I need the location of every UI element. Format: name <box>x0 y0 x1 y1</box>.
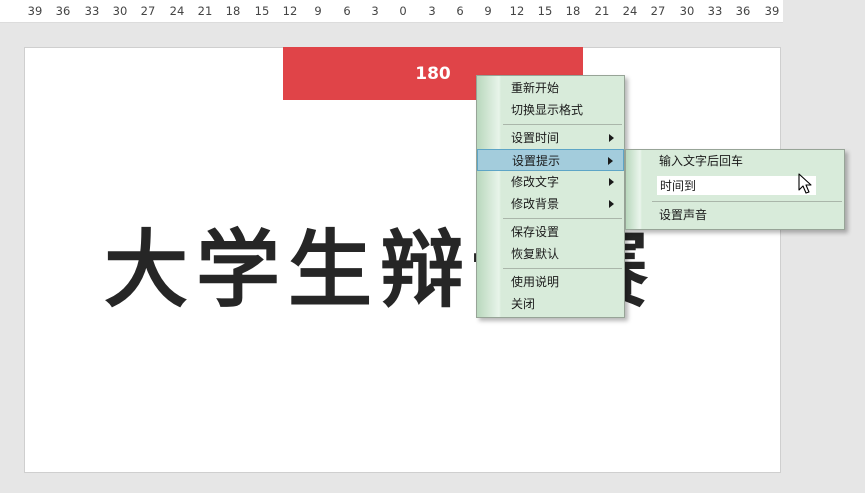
ruler-tick: 9 <box>314 4 322 18</box>
menu-item-close[interactable]: 关闭 <box>477 293 624 315</box>
ruler-tick: 30 <box>679 4 695 18</box>
ruler-tick: 36 <box>55 4 71 18</box>
menu-item-label: 切换显示格式 <box>511 103 584 117</box>
menu-item-edit-text[interactable]: 修改文字 <box>477 171 624 193</box>
hint-text-input[interactable] <box>657 176 816 195</box>
ruler-tick: 27 <box>650 4 666 18</box>
menu-item-label: 恢复默认 <box>511 247 560 261</box>
menu-separator <box>652 201 842 202</box>
ruler-tick: 12 <box>282 4 298 18</box>
ruler-tick: 30 <box>112 4 128 18</box>
menu-item-restart[interactable]: 重新开始 <box>477 77 624 99</box>
ruler-tick: 33 <box>84 4 100 18</box>
menu-item-edit-background[interactable]: 修改背景 <box>477 193 624 215</box>
ruler-tick: 12 <box>509 4 525 18</box>
menu-item-label: 关闭 <box>511 297 536 311</box>
ruler-tick: 3 <box>428 4 436 18</box>
menu-item-label: 修改背景 <box>511 197 560 211</box>
chevron-right-icon <box>609 134 614 142</box>
slide-title: 大学生辩论赛 <box>104 220 657 319</box>
submenu-item-label: 设置声音 <box>659 208 708 222</box>
ruler-tick: 0 <box>399 4 407 18</box>
ruler-tick: 21 <box>197 4 213 18</box>
submenu-item-enter-text: 输入文字后回车 <box>626 150 844 172</box>
menu-item-save-settings[interactable]: 保存设置 <box>477 221 624 243</box>
chevron-right-icon <box>608 157 613 165</box>
ruler-tick: 18 <box>565 4 581 18</box>
ruler-tick: 9 <box>484 4 492 18</box>
menu-item-help[interactable]: 使用说明 <box>477 271 624 293</box>
menu-item-label: 重新开始 <box>511 81 560 95</box>
chevron-right-icon <box>609 200 614 208</box>
ruler-tick: 36 <box>735 4 751 18</box>
submenu-item-label: 输入文字后回车 <box>659 154 744 168</box>
ruler-tick: 6 <box>456 4 464 18</box>
horizontal-ruler: 39 36 33 30 27 24 21 18 15 12 9 6 3 0 3 … <box>0 0 783 23</box>
menu-item-toggle-display-format[interactable]: 切换显示格式 <box>477 99 624 121</box>
ruler-tick: 18 <box>225 4 241 18</box>
ruler-tick: 27 <box>140 4 156 18</box>
submenu-item-set-sound[interactable]: 设置声音 <box>626 204 844 226</box>
mouse-pointer-icon <box>798 173 812 194</box>
ruler-tick: 39 <box>27 4 43 18</box>
menu-item-label: 设置时间 <box>511 131 560 145</box>
menu-item-set-hint[interactable]: 设置提示 <box>477 149 624 171</box>
menu-item-label: 保存设置 <box>511 225 560 239</box>
ruler-tick: 15 <box>537 4 553 18</box>
ruler-tick: 33 <box>707 4 723 18</box>
context-menu: 重新开始 切换显示格式 设置时间 设置提示 修改文字 修改背景 保存设置 恢复默… <box>476 75 625 318</box>
ruler-tick: 39 <box>764 4 780 18</box>
ruler-tick: 21 <box>594 4 610 18</box>
ruler-tick: 24 <box>622 4 638 18</box>
menu-item-set-time[interactable]: 设置时间 <box>477 127 624 149</box>
menu-item-label: 设置提示 <box>512 154 561 168</box>
ruler-tick: 3 <box>371 4 379 18</box>
ruler-tick: 15 <box>254 4 270 18</box>
menu-item-restore-defaults[interactable]: 恢复默认 <box>477 243 624 265</box>
menu-separator <box>503 124 622 125</box>
menu-separator <box>503 268 622 269</box>
menu-item-label: 使用说明 <box>511 275 560 289</box>
ruler-tick: 24 <box>169 4 185 18</box>
menu-separator <box>503 218 622 219</box>
chevron-right-icon <box>609 178 614 186</box>
menu-item-label: 修改文字 <box>511 175 560 189</box>
ruler-tick: 6 <box>343 4 351 18</box>
